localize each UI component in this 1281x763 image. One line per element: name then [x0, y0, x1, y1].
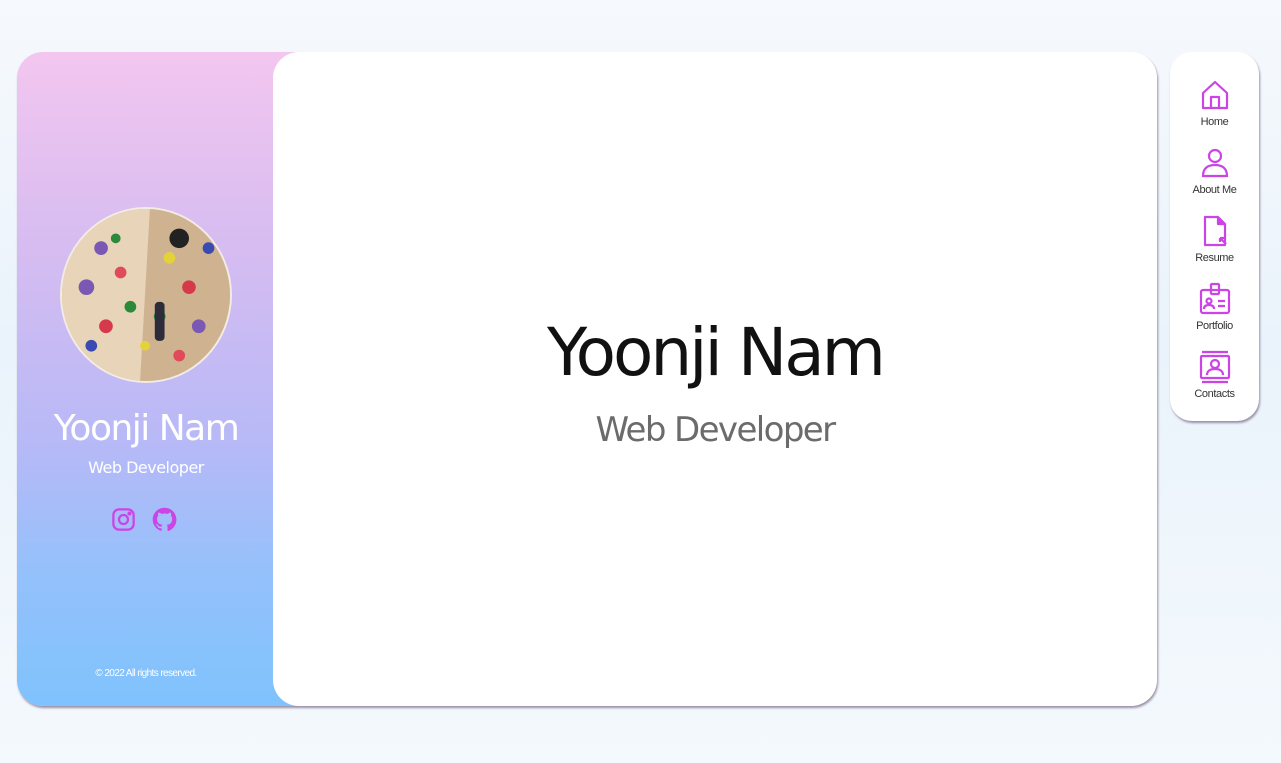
- sidebar-name: Yoonji Nam: [53, 408, 240, 449]
- avatar-photo: [62, 209, 230, 381]
- nav-item-contacts[interactable]: Contacts: [1170, 350, 1259, 400]
- social-links: [110, 506, 178, 533]
- side-nav: Home About Me Resume Portfolio Contacts: [1170, 52, 1259, 421]
- nav-item-resume[interactable]: Resume: [1170, 214, 1259, 264]
- sidebar-role: Web Developer: [88, 458, 204, 477]
- contact-card-icon: [1198, 350, 1232, 384]
- nav-label-contacts: Contacts: [1194, 388, 1235, 400]
- nav-label-about: About Me: [1192, 184, 1237, 196]
- hero-name: Yoonji Nam: [547, 314, 886, 391]
- nav-item-portfolio[interactable]: Portfolio: [1170, 282, 1259, 332]
- home-icon: [1198, 78, 1232, 112]
- copyright: © 2022 All rights reserved.: [95, 668, 197, 679]
- avatar: [60, 207, 232, 383]
- nav-label-home: Home: [1200, 116, 1229, 128]
- github-icon[interactable]: [151, 506, 178, 533]
- nav-item-home[interactable]: Home: [1170, 78, 1259, 128]
- nav-label-resume: Resume: [1195, 252, 1234, 264]
- nav-label-portfolio: Portfolio: [1196, 320, 1233, 332]
- user-icon: [1198, 146, 1232, 180]
- nav-item-about[interactable]: About Me: [1170, 146, 1259, 196]
- hero-role: Web Developer: [595, 410, 837, 450]
- sidebar: Yoonji Nam Web Developer © 2022 All righ…: [17, 52, 299, 706]
- document-icon: [1198, 214, 1232, 248]
- instagram-icon[interactable]: [110, 506, 137, 533]
- profile-card: Yoonji Nam Web Developer © 2022 All righ…: [17, 52, 1157, 706]
- main-panel: Yoonji Nam Web Developer: [273, 52, 1157, 706]
- id-card-icon: [1198, 282, 1232, 316]
